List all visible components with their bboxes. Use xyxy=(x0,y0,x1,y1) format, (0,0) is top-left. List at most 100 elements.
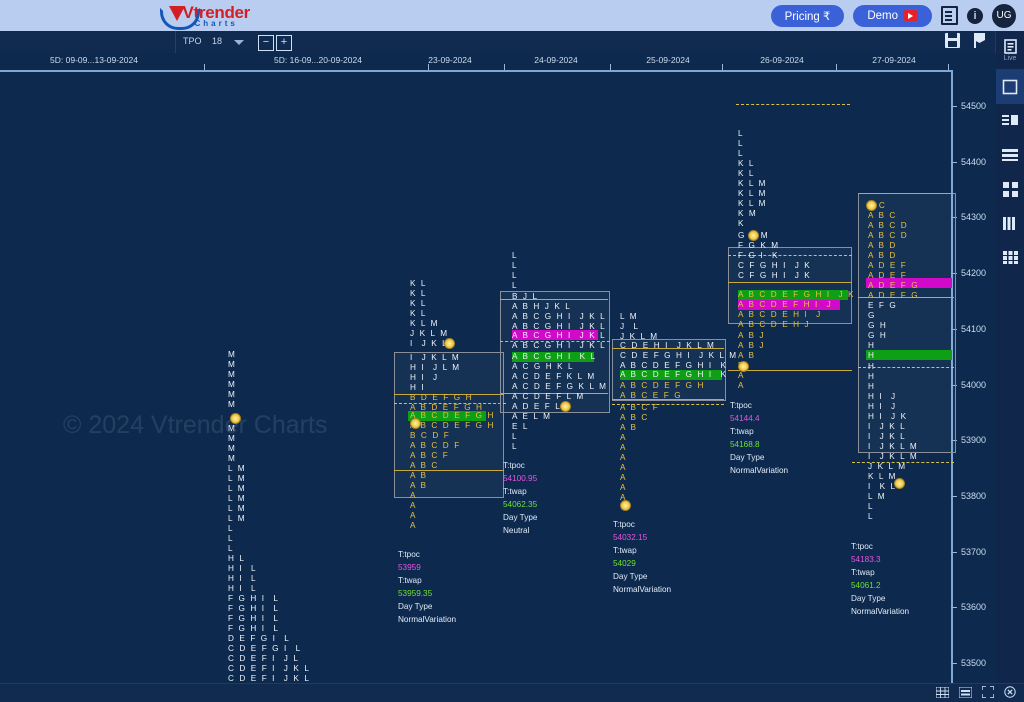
avatar[interactable]: UG xyxy=(992,3,1016,28)
twap-label: T:twap xyxy=(613,546,637,555)
tpo-row: A B C D E F G H I K xyxy=(620,370,728,379)
poc-marker-icon xyxy=(620,500,631,511)
tpo-row: A B C E F G xyxy=(620,391,683,400)
tpo-row: L xyxy=(868,512,875,521)
tpo-row: A B C xyxy=(868,211,897,220)
document-icon[interactable] xyxy=(941,6,958,25)
tpo-row: C D E F I J K L xyxy=(228,664,311,673)
tpo-row: A B C F xyxy=(410,451,450,460)
tpo-row: H I J K xyxy=(868,412,908,421)
right-sidebar: Live xyxy=(995,31,1024,684)
toolbar-right-actions xyxy=(945,33,988,48)
tpo-row: A xyxy=(738,371,746,380)
tpo-row: B D E F G H xyxy=(410,393,474,402)
tpo-row: A xyxy=(410,521,418,530)
tpo-row: L xyxy=(512,442,519,451)
sidebar-item-layout-columns[interactable] xyxy=(996,206,1024,240)
tpo-row: A B C D E F G H I J K xyxy=(738,290,856,299)
sidebar-item-live[interactable]: Live xyxy=(996,31,1024,70)
tpo-row: A B C F xyxy=(620,403,660,412)
vtrender-logo[interactable]: Vtrender Charts xyxy=(160,2,250,30)
tpoc-value: 54144.4 xyxy=(730,414,760,423)
info-icon[interactable]: i xyxy=(967,7,983,24)
tpo-row: C F G H I J K xyxy=(738,271,812,280)
tpo-row: H I J L M xyxy=(410,363,461,372)
tpo-row: H I J xyxy=(868,392,897,401)
tpo-row: A B C D E H I J xyxy=(738,310,822,319)
fullscreen-icon[interactable] xyxy=(982,686,994,698)
twap-value: 54168.8 xyxy=(730,440,760,449)
tpo-row: E L xyxy=(512,422,530,431)
tpo-row: B J L xyxy=(512,292,539,301)
demo-button[interactable]: Demo xyxy=(853,4,932,27)
tpo-row: A D E F G xyxy=(868,281,920,290)
bookmark-flag-icon[interactable] xyxy=(974,33,988,48)
chevron-down-icon[interactable] xyxy=(234,40,244,45)
tpo-row: F G H I L xyxy=(228,614,280,623)
poc-marker-icon xyxy=(410,418,421,429)
tpo-row: G xyxy=(868,311,876,320)
poc-marker-icon xyxy=(866,200,877,211)
tpo-row: I K L xyxy=(868,482,897,491)
date-label: 27-09-2024 xyxy=(872,55,916,65)
highlight-row xyxy=(866,350,952,360)
tpo-row: A xyxy=(620,463,628,472)
twap-label: T:twap xyxy=(730,427,754,436)
tpo-row: E F G xyxy=(868,301,898,310)
tpoc-stat: T:tpoc 54032.15 xyxy=(613,518,671,544)
tpo-row: K L M xyxy=(868,472,898,481)
poc-marker-icon xyxy=(560,401,571,412)
twap-label: T:twap xyxy=(398,576,422,585)
tpo-row: K L xyxy=(410,309,428,318)
youtube-play-icon xyxy=(903,10,918,21)
zoom-out-button[interactable]: − xyxy=(258,35,274,51)
tpo-row: L M xyxy=(228,464,247,473)
grid-icon[interactable] xyxy=(936,686,949,698)
tpoc-label: T:tpoc xyxy=(730,401,752,410)
tpo-row: A D E F xyxy=(868,261,908,270)
tpo-row: A B xyxy=(410,471,428,480)
save-icon[interactable] xyxy=(945,33,960,48)
sidebar-item-layout-grid-2x2[interactable] xyxy=(996,172,1024,206)
dashed-level-line xyxy=(736,104,850,105)
daytype-label: Day Type xyxy=(613,572,648,581)
tpo-row: K L M xyxy=(410,319,440,328)
tpoc-stat: T:tpoc 54100.95 xyxy=(503,459,547,485)
twap-stat: T:twap 53959.35 xyxy=(398,574,456,600)
daytype-stat: Day Type Neutral xyxy=(503,511,547,537)
twap-stat: T:twap 54062.35 xyxy=(503,485,547,511)
pricing-button[interactable]: Pricing ₹ xyxy=(770,4,845,27)
tpo-row: H I L xyxy=(228,574,258,583)
tpo-row: M xyxy=(228,444,237,453)
tpo-row: K L M xyxy=(738,179,768,188)
tpo-row: M xyxy=(228,434,237,443)
sidebar-item-layout-grid-3x3[interactable] xyxy=(996,240,1024,274)
tpo-row: I J K L xyxy=(868,432,907,441)
price-label: 53500 xyxy=(961,658,987,668)
tpo-row: G H xyxy=(868,321,888,330)
price-tick xyxy=(951,106,957,107)
zoom-in-button[interactable]: + xyxy=(276,35,292,51)
tpo-row: J K L M xyxy=(410,329,449,338)
tpo-value[interactable]: 18 xyxy=(212,36,222,46)
daytype-label: Day Type xyxy=(503,513,538,522)
twap-value: 54029 xyxy=(613,559,636,568)
profile-stats: T:tpoc 53959 T:twap 53959.35 Day Type NormalV… xyxy=(398,548,456,626)
sidebar-item-layout-rows[interactable] xyxy=(996,138,1024,172)
tpo-row: A B xyxy=(738,351,756,360)
tpo-row: K L xyxy=(410,289,428,298)
tpo-row: A C D E F L M xyxy=(512,392,585,401)
price-label: 53900 xyxy=(961,435,987,446)
tpo-row: M xyxy=(228,370,237,379)
layout-columns-icon xyxy=(1002,216,1015,230)
close-icon[interactable] xyxy=(1004,686,1016,698)
poc-marker-icon xyxy=(230,413,241,424)
sidebar-item-layout-single[interactable] xyxy=(996,70,1024,104)
tpoc-stat: T:tpoc 53959 xyxy=(398,548,456,574)
sidebar-item-layout-split-vertical[interactable] xyxy=(996,104,1024,138)
tpoc-value: 54183.3 xyxy=(851,555,881,564)
tpo-row: C D E F G I L xyxy=(228,644,302,653)
bars-icon[interactable] xyxy=(959,686,972,698)
tpo-profile-chart[interactable]: 5D: 09-09...13-09-2024 5D: 16-09...20-09-… xyxy=(0,53,996,684)
tpo-row: L xyxy=(228,524,235,533)
